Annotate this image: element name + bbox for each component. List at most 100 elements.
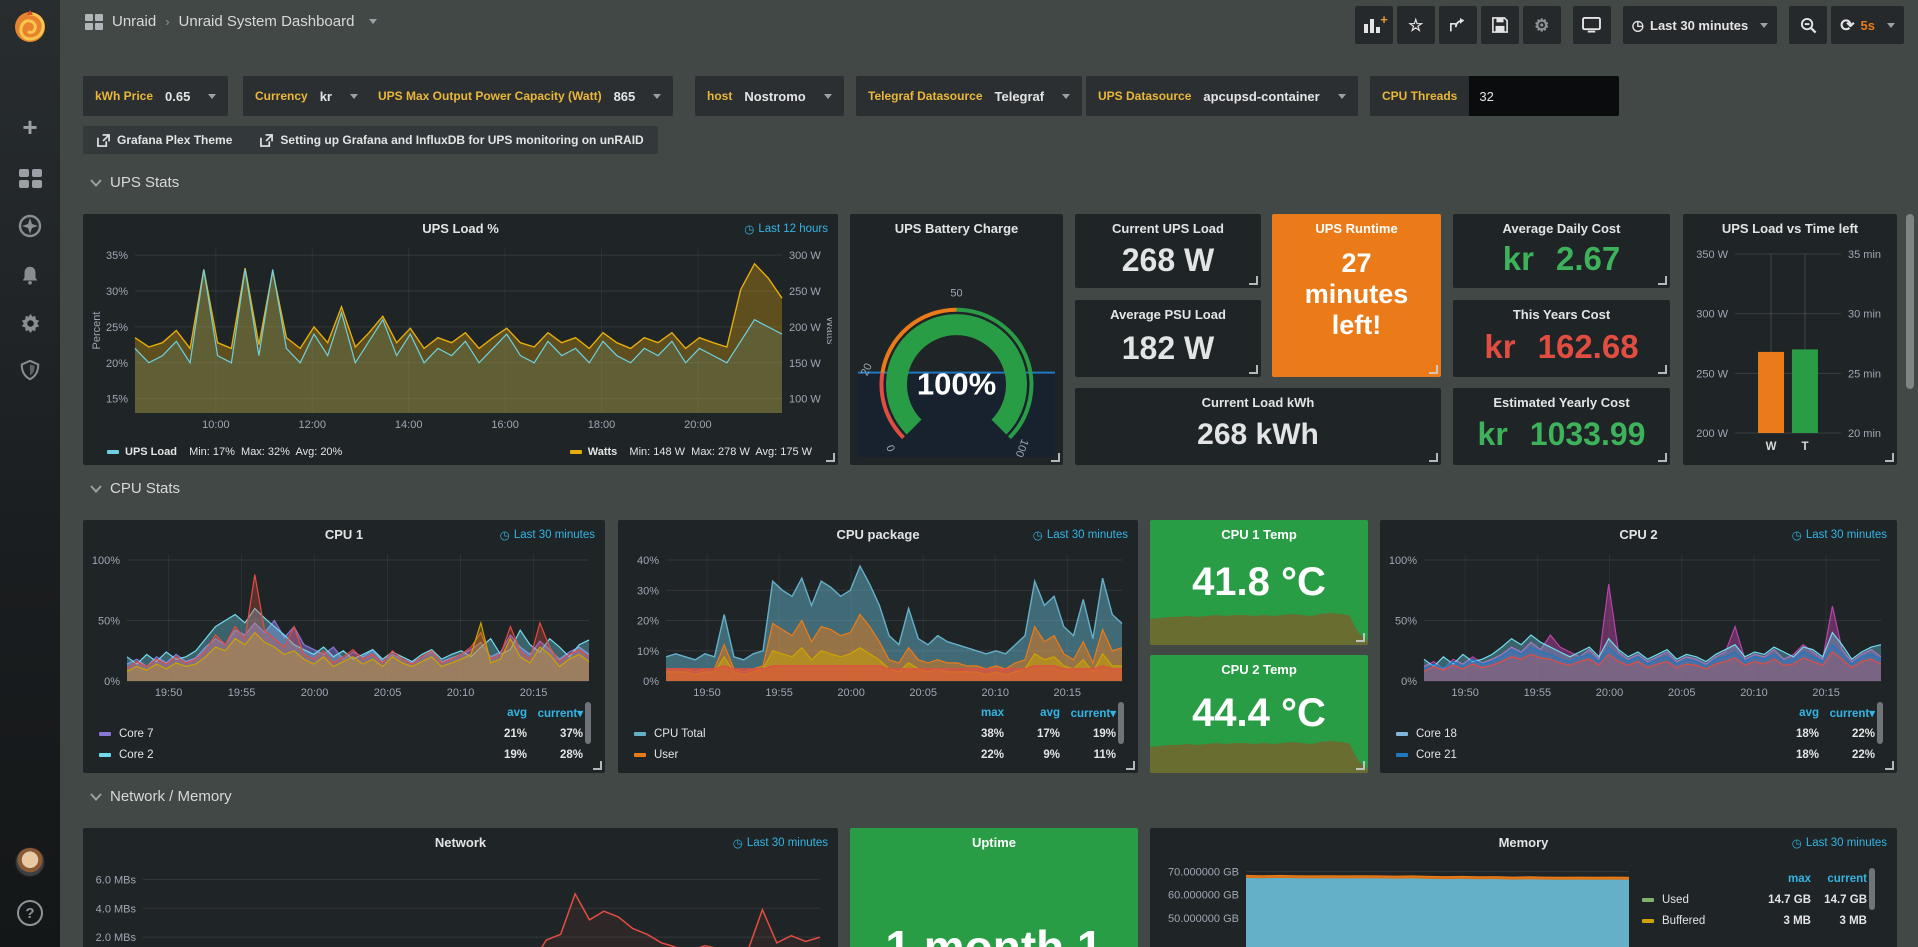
variable-kwh-price[interactable]: kWh Price 0.65 <box>83 76 228 116</box>
configuration-gear-icon[interactable] <box>0 306 60 340</box>
sidebar: + ? <box>0 0 60 947</box>
panel-title[interactable]: Memory <box>1150 835 1897 850</box>
panel-title[interactable]: UPS Battery Charge <box>850 221 1063 236</box>
dashboards-icon[interactable] <box>0 161 60 195</box>
legend-series-row[interactable]: Core 219%28% <box>99 744 583 765</box>
legend-series-row[interactable]: Used14.7 GB14.7 GB <box>1642 889 1867 910</box>
cpu1-chart[interactable]: 0%50%100%19:5019:5520:0020:0520:1020:15 <box>89 546 599 701</box>
legend-scrollbar[interactable] <box>1118 702 1124 744</box>
network-chart[interactable]: 6.0 MBs4.0 MBs2.0 MBs <box>89 854 832 947</box>
dashboard-settings-button[interactable]: ⚙ <box>1523 6 1561 44</box>
legend-sort-column[interactable]: current▾ <box>1060 706 1116 720</box>
legend-series-row[interactable]: Core 1818%22% <box>1396 723 1875 744</box>
create-icon[interactable]: + <box>0 110 60 144</box>
legend-series-row[interactable]: User22%9%11% <box>634 744 1116 765</box>
stat-value: 182 W <box>1075 330 1261 367</box>
series-swatch <box>107 450 119 454</box>
stat-value: kr2.67 <box>1453 240 1670 278</box>
grafana-logo-icon[interactable] <box>10 6 50 46</box>
panel-time-override[interactable]: ◷Last 30 minutes <box>500 528 595 542</box>
legend-sort-column[interactable]: current▾ <box>527 706 583 720</box>
legend-series[interactable]: UPS Load Min: 17% Max: 32% Avg: 20% <box>107 446 342 458</box>
variable-telegraf-datasource[interactable]: Telegraf Datasource Telegraf <box>856 76 1082 116</box>
cpu1-legend[interactable]: avgcurrent▾ Core 721%37% Core 219%28% <box>99 702 583 765</box>
explore-icon[interactable] <box>0 209 60 243</box>
alerting-bell-icon[interactable] <box>0 258 60 292</box>
save-icon <box>1492 17 1508 33</box>
page-title[interactable]: Unraid System Dashboard <box>179 13 355 30</box>
panel-title[interactable]: Average Daily Cost <box>1453 221 1670 236</box>
legend-series-row[interactable]: Core 721%37% <box>99 723 583 744</box>
time-range-picker[interactable]: ◷ Last 30 minutes <box>1623 6 1777 44</box>
panel-time-override[interactable]: ◷Last 12 hours <box>744 222 828 236</box>
cpu2-chart[interactable]: 0%50%100%19:5019:5520:0020:0520:1020:15 <box>1386 546 1891 701</box>
breadcrumb-root[interactable]: Unraid <box>112 13 156 30</box>
save-dashboard-button[interactable] <box>1481 6 1519 44</box>
cpu-threads-input[interactable] <box>1469 76 1619 116</box>
panel-title[interactable]: UPS Runtime <box>1272 221 1441 236</box>
section-ups-stats[interactable]: UPS Stats <box>90 174 179 191</box>
panel-title[interactable]: CPU 1 Temp <box>1150 527 1368 542</box>
panel-time-override[interactable]: ◷Last 30 minutes <box>1792 528 1887 542</box>
chevron-down-icon <box>90 179 102 187</box>
variable-ups-max-power[interactable]: UPS Max Output Power Capacity (Watt) 865 <box>366 76 673 116</box>
variable-ups-datasource[interactable]: UPS Datasource apcupsd-container <box>1086 76 1358 116</box>
battery-gauge[interactable]: 02050100100% <box>850 214 1063 465</box>
time-range-label: Last 30 minutes <box>1650 18 1748 33</box>
variable-host[interactable]: host Nostromo <box>695 76 844 116</box>
panel-title[interactable]: UPS Load % <box>83 221 838 236</box>
cpu-package-chart[interactable]: 0%10%20%30%40%19:5019:5520:0020:0520:102… <box>624 546 1132 701</box>
help-icon[interactable]: ? <box>0 896 60 930</box>
legend-series-row[interactable]: CPU Total38%17%19% <box>634 723 1116 744</box>
cycle-view-mode-button[interactable] <box>1573 6 1611 44</box>
cpu-package-legend[interactable]: maxavgcurrent▾ CPU Total38%17%19% User22… <box>634 702 1116 765</box>
panel-title[interactable]: Uptime <box>850 835 1138 850</box>
panel-title[interactable]: Estimated Yearly Cost <box>1453 395 1670 410</box>
panel-title[interactable]: This Years Cost <box>1453 307 1670 322</box>
legend-sort-column[interactable]: avg <box>1763 707 1819 719</box>
cpu2-legend[interactable]: avgcurrent▾ Core 1818%22% Core 2118%22% <box>1396 702 1875 765</box>
share-dashboard-button[interactable] <box>1439 6 1477 44</box>
panel-title[interactable]: CPU 2 Temp <box>1150 662 1368 677</box>
legend-sort-column[interactable]: avg <box>1004 707 1060 719</box>
ups-bar-chart[interactable]: 350 W35 min300 W30 min250 W25 min200 W20… <box>1687 238 1893 459</box>
ups-load-chart[interactable]: 15%20%25%30%35%100 W150 W200 W250 W300 W… <box>89 240 832 435</box>
panel-title[interactable]: Network <box>83 835 838 850</box>
panel-title[interactable]: Current UPS Load <box>1075 221 1261 236</box>
legend-sort-column[interactable]: max <box>1755 873 1811 885</box>
panel-title[interactable]: Current Load kWh <box>1075 395 1441 410</box>
panel-time-override[interactable]: ◷Last 30 minutes <box>733 836 828 850</box>
variable-currency[interactable]: Currency kr <box>243 76 370 116</box>
ups-load-legend[interactable]: UPS Load Min: 17% Max: 32% Avg: 20% Watt… <box>107 446 812 458</box>
legend-sort-column[interactable]: current▾ <box>1819 706 1875 720</box>
add-panel-button[interactable]: + <box>1355 6 1393 44</box>
memory-chart[interactable]: 70.000000 GB60.000000 GB50.000000 GB <box>1158 854 1635 947</box>
memory-legend[interactable]: maxcurrent Used14.7 GB14.7 GB Buffered3 … <box>1642 868 1867 931</box>
legend-scrollbar[interactable] <box>1869 868 1875 910</box>
legend-series-row[interactable]: Buffered3 MB3 MB <box>1642 910 1867 931</box>
page-scrollbar[interactable] <box>1906 214 1914 389</box>
star-dashboard-button[interactable]: ☆ <box>1397 6 1435 44</box>
legend-series[interactable]: Watts Min: 148 W Max: 278 W Avg: 175 W <box>570 446 812 458</box>
panel-time-override[interactable]: ◷Last 30 minutes <box>1033 528 1128 542</box>
link-ups-monitoring-guide[interactable]: Setting up Grafana and InfluxDB for UPS … <box>260 133 643 147</box>
zoom-out-button[interactable] <box>1789 6 1827 44</box>
panel-time-override[interactable]: ◷Last 30 minutes <box>1792 836 1887 850</box>
user-avatar[interactable] <box>0 845 60 879</box>
dashboard-grid-icon[interactable] <box>85 14 103 30</box>
legend-sort-column[interactable]: max <box>948 707 1004 719</box>
panel-title[interactable]: Average PSU Load <box>1075 307 1261 322</box>
section-network-memory[interactable]: Network / Memory <box>90 788 232 805</box>
refresh-picker[interactable]: ⟳ 5s <box>1831 6 1904 44</box>
star-icon: ☆ <box>1408 17 1423 34</box>
legend-scrollbar[interactable] <box>585 702 591 744</box>
section-cpu-stats[interactable]: CPU Stats <box>90 480 180 497</box>
legend-sort-column[interactable]: avg <box>471 707 527 719</box>
panel-title[interactable]: UPS Load vs Time left <box>1683 221 1897 236</box>
legend-scrollbar[interactable] <box>1877 702 1883 744</box>
link-grafana-plex-theme[interactable]: Grafana Plex Theme <box>97 133 232 147</box>
legend-sort-column[interactable]: current <box>1811 873 1867 885</box>
legend-series-row[interactable]: Core 2118%22% <box>1396 744 1875 765</box>
server-admin-shield-icon[interactable] <box>0 353 60 387</box>
title-caret-icon[interactable] <box>369 19 377 24</box>
